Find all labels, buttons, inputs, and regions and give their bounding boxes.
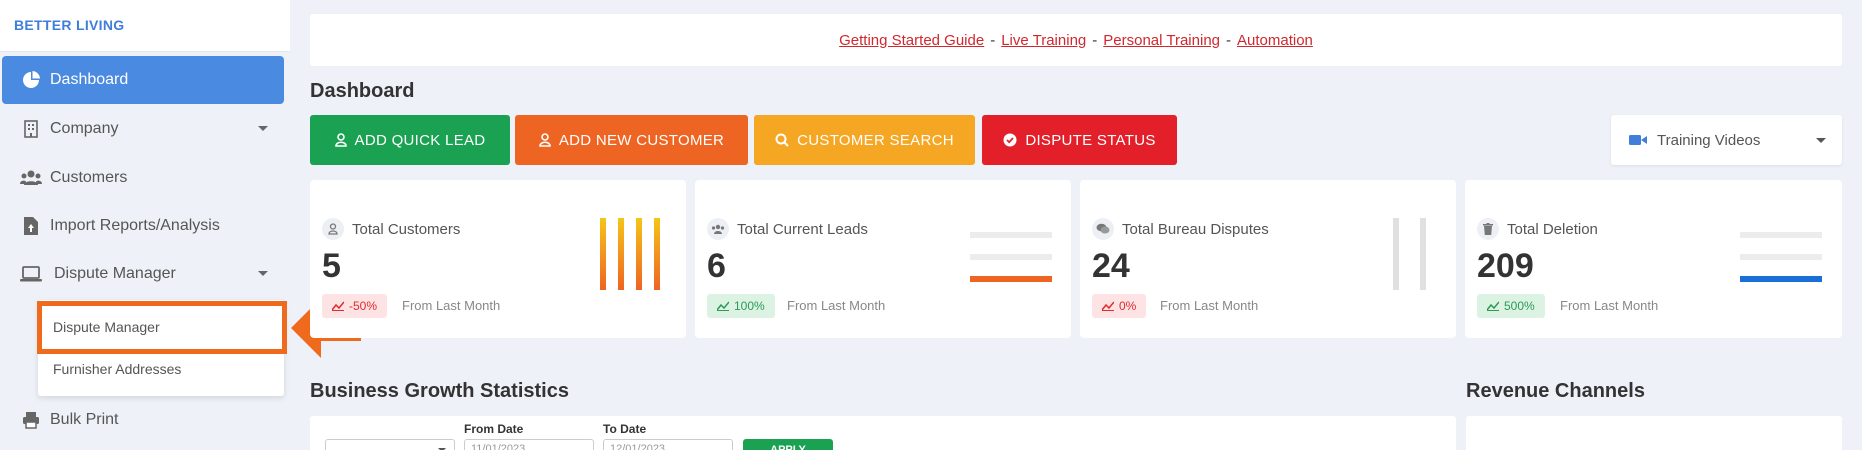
file-upload-icon: [20, 215, 42, 237]
from-last-month: From Last Month: [402, 298, 501, 313]
user-icon: [322, 218, 344, 240]
sidebar-item-company[interactable]: Company: [2, 105, 284, 153]
change-badge: 100%: [707, 294, 775, 318]
sidebar-item-label: Dispute Manager: [54, 265, 176, 282]
annotation-highlight-box: [37, 301, 287, 354]
check-circle-icon: [1003, 133, 1017, 147]
stat-card-total-customers: Total Customers 5 -50% From Last Month: [310, 180, 686, 338]
printer-icon: [20, 409, 42, 431]
chevron-down-icon: [1816, 138, 1826, 143]
stat-card-total-current-leads: Total Current Leads 6 100% From Last Mon…: [695, 180, 1071, 338]
card-label-text: Total Current Leads: [737, 220, 868, 238]
change-value: 500%: [1504, 299, 1535, 313]
sidebar-item-customers[interactable]: Customers: [2, 154, 284, 202]
search-icon: [775, 133, 789, 147]
card-label-text: Total Deletion: [1507, 220, 1598, 238]
from-last-month: From Last Month: [787, 298, 886, 313]
from-last-month: From Last Month: [1560, 298, 1659, 313]
sidebar-item-label: Company: [50, 120, 119, 137]
link-separator: -: [1092, 31, 1098, 49]
laptop-icon: [20, 263, 42, 285]
page-title: Dashboard: [310, 80, 415, 102]
trend-up-icon: [1487, 301, 1499, 311]
sidebar-item-label: Import Reports/Analysis: [50, 217, 220, 234]
sidebar-item-dashboard[interactable]: Dashboard: [2, 56, 284, 104]
sidebar-item-label: Bulk Print: [50, 411, 119, 428]
comments-icon: [1092, 218, 1114, 240]
revenue-channels-panel: [1466, 416, 1842, 450]
link-personal-training[interactable]: Personal Training: [1103, 32, 1220, 49]
sparkline-bars: [1393, 218, 1426, 290]
trend-down-icon: [332, 301, 344, 311]
sidebar-item-dispute-manager[interactable]: Dispute Manager: [2, 250, 284, 298]
card-label: Total Current Leads: [707, 218, 868, 240]
trend-down-icon: [1102, 301, 1114, 311]
pie-chart-icon: [20, 69, 42, 91]
sidebar-item-import-reports[interactable]: Import Reports/Analysis: [2, 202, 284, 250]
card-value: 209: [1477, 247, 1534, 285]
card-label-text: Total Customers: [352, 220, 461, 238]
link-separator: -: [990, 31, 996, 49]
from-date-input[interactable]: 11/01/2023: [464, 439, 594, 450]
users-icon: [20, 167, 42, 189]
stat-card-total-bureau-disputes: Total Bureau Disputes 24 0% From Last Mo…: [1080, 180, 1456, 338]
stat-card-total-deletion: Total Deletion 209 500% From Last Month: [1465, 180, 1842, 338]
change-value: 0%: [1119, 299, 1137, 313]
add-quick-lead-button[interactable]: ADD QUICK LEAD: [310, 115, 510, 165]
period-select[interactable]: [325, 439, 455, 450]
building-icon: [20, 118, 42, 140]
user-icon: [539, 133, 551, 147]
business-growth-title: Business Growth Statistics: [310, 380, 569, 402]
card-value: 24: [1092, 247, 1130, 285]
training-videos-label: Training Videos: [1657, 131, 1761, 149]
link-getting-started-guide[interactable]: Getting Started Guide: [839, 32, 984, 49]
trash-icon: [1477, 218, 1499, 240]
help-links-bar: Getting Started Guide - Live Training - …: [310, 14, 1842, 66]
users-icon: [707, 218, 729, 240]
card-value: 5: [322, 247, 341, 285]
user-icon: [334, 133, 347, 147]
card-value: 6: [707, 247, 726, 285]
sidebar-item-label: Dashboard: [50, 71, 129, 88]
apply-button[interactable]: APPLY: [743, 439, 833, 450]
chevron-down-icon: [258, 271, 268, 276]
button-label: DISPUTE STATUS: [1025, 131, 1156, 149]
link-separator: -: [1226, 31, 1231, 49]
to-date-label: To Date: [603, 422, 647, 436]
button-label: CUSTOMER SEARCH: [797, 131, 954, 149]
sparkline-bars: [1740, 232, 1822, 282]
from-date-label: From Date: [464, 422, 524, 436]
brand-logo[interactable]: BETTER LIVING: [0, 0, 290, 52]
card-label-text: Total Bureau Disputes: [1122, 220, 1269, 238]
customer-search-button[interactable]: CUSTOMER SEARCH: [754, 115, 975, 165]
card-label: Total Bureau Disputes: [1092, 218, 1269, 240]
to-date-input[interactable]: 12/01/2023: [603, 439, 733, 450]
button-label: ADD NEW CUSTOMER: [558, 131, 725, 149]
dispute-status-button[interactable]: DISPUTE STATUS: [982, 115, 1177, 165]
training-videos-select[interactable]: Training Videos: [1611, 115, 1842, 165]
change-value: 100%: [734, 299, 765, 313]
sparkline-bars: [600, 218, 660, 290]
link-live-training[interactable]: Live Training: [1001, 32, 1086, 49]
card-label: Total Deletion: [1477, 218, 1598, 240]
sidebar-item-bulk-print[interactable]: Bulk Print: [2, 396, 284, 444]
link-automation[interactable]: Automation: [1237, 32, 1313, 49]
chevron-down-icon: [258, 126, 268, 131]
sidebar: BETTER LIVING Dashboard Company Customer…: [0, 0, 290, 450]
revenue-channels-title: Revenue Channels: [1466, 380, 1645, 402]
change-value: -50%: [349, 299, 378, 313]
video-camera-icon: [1629, 134, 1647, 146]
trend-up-icon: [717, 301, 729, 311]
add-new-customer-button[interactable]: ADD NEW CUSTOMER: [515, 115, 748, 165]
change-badge: 500%: [1477, 294, 1545, 318]
change-badge: 0%: [1092, 294, 1147, 318]
change-badge: -50%: [322, 294, 388, 318]
sidebar-item-label: Customers: [50, 169, 128, 186]
card-label: Total Customers: [322, 218, 460, 240]
button-label: ADD QUICK LEAD: [354, 131, 486, 149]
sparkline-bars: [970, 232, 1052, 282]
from-last-month: From Last Month: [1160, 298, 1259, 313]
submenu-item-furnisher-addresses[interactable]: Furnisher Addresses: [38, 349, 284, 389]
